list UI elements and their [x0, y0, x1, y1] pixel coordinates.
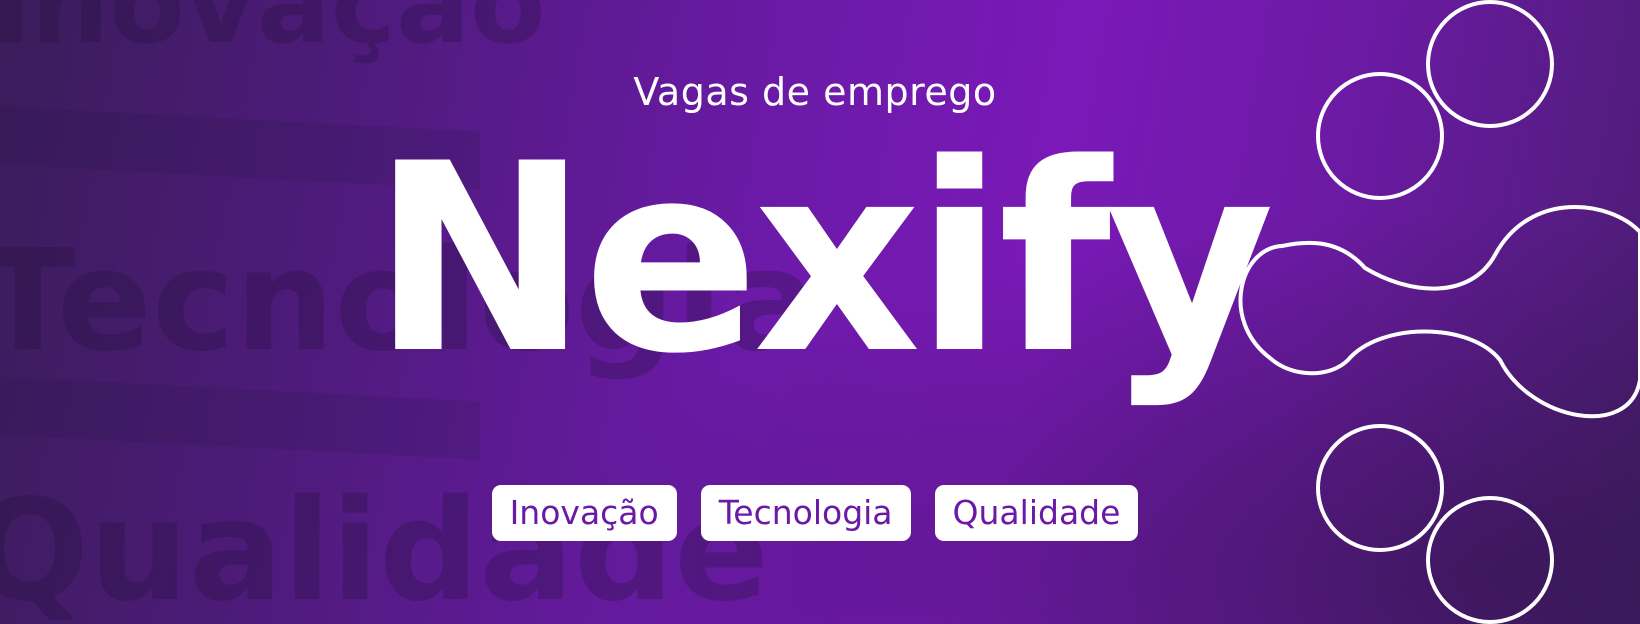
circle-node — [1426, 0, 1554, 128]
circle-node — [1426, 496, 1554, 624]
tag-innovation: Inovação — [491, 485, 677, 541]
tag-quality: Qualidade — [934, 485, 1139, 541]
tag-technology: Tecnologia — [700, 485, 911, 541]
circle-node — [1316, 424, 1444, 552]
circle-node — [1316, 72, 1444, 200]
hero-banner: Inovação Tecnologia Qualidade Vagas de e… — [0, 0, 1640, 624]
connector-blob — [1238, 204, 1640, 419]
background-word: Inovação — [0, 0, 546, 68]
circles-network-icon — [1238, 0, 1640, 624]
